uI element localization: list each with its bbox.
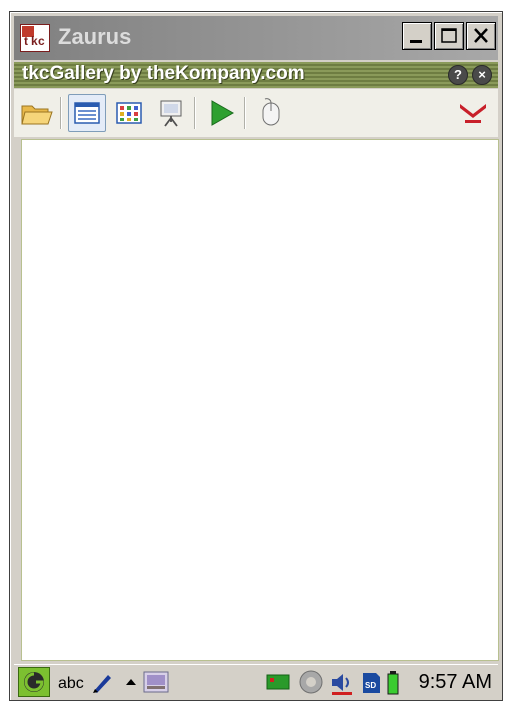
network-icon[interactable] xyxy=(264,669,294,695)
battery-icon[interactable] xyxy=(386,670,400,696)
slideshow-button[interactable] xyxy=(152,94,190,132)
maximize-icon xyxy=(441,28,457,43)
toolbar-separator xyxy=(244,97,246,129)
input-method-label[interactable]: abc xyxy=(58,675,84,693)
toolbar xyxy=(14,89,498,137)
volume-icon[interactable] xyxy=(328,669,356,697)
arrow-up-icon[interactable] xyxy=(124,675,138,689)
slideshow-icon xyxy=(160,100,182,127)
app-close-button[interactable]: × xyxy=(472,65,492,85)
taskbar: abc SD 9:57 AM xyxy=(14,664,498,699)
app-title: tkcGallery by theKompany.com xyxy=(22,63,305,84)
close-icon xyxy=(474,28,488,43)
window-titlebar[interactable]: t k c Zaurus xyxy=(14,16,498,60)
thekompany-logo-button[interactable] xyxy=(454,94,492,132)
thumbnail-view-button[interactable] xyxy=(110,94,148,132)
gallery-content-area[interactable] xyxy=(21,139,499,661)
svg-text:c: c xyxy=(38,34,45,48)
svg-text:SD: SD xyxy=(365,681,376,690)
mouse-button[interactable] xyxy=(252,94,290,132)
clock[interactable]: 9:57 AM xyxy=(419,671,492,694)
main-window: t k c Zaurus tkcGallery by theKompany.co… xyxy=(9,11,503,701)
window-title: Zaurus xyxy=(58,24,132,49)
open-folder-icon xyxy=(21,105,53,125)
thekompany-logo-icon xyxy=(460,104,486,123)
sd-card-icon[interactable]: SD xyxy=(360,671,382,695)
app-titlebar: tkcGallery by theKompany.com ? × xyxy=(14,62,498,88)
detail-view-button[interactable] xyxy=(68,94,106,132)
detail-view-icon xyxy=(74,102,100,124)
tkc-logo-icon[interactable]: t k c xyxy=(20,24,50,52)
toolbar-separator xyxy=(194,97,196,129)
thumbnail-view-icon xyxy=(116,102,142,124)
start-menu-icon xyxy=(24,672,44,692)
pen-icon[interactable] xyxy=(90,671,114,695)
image-icon[interactable] xyxy=(142,669,170,695)
play-icon xyxy=(211,100,235,126)
open-folder-button[interactable] xyxy=(18,94,56,132)
help-button[interactable]: ? xyxy=(448,65,468,85)
close-window-button[interactable] xyxy=(466,22,496,50)
toolbar-separator xyxy=(60,97,62,129)
minimize-button[interactable] xyxy=(402,22,432,50)
maximize-button[interactable] xyxy=(434,22,464,50)
mouse-icon xyxy=(262,98,280,126)
svg-text:k: k xyxy=(31,34,38,48)
minimize-icon xyxy=(410,40,422,43)
play-button[interactable] xyxy=(202,94,240,132)
start-menu-button[interactable] xyxy=(18,667,50,697)
svg-text:t: t xyxy=(24,34,28,48)
settings-gear-icon[interactable] xyxy=(296,667,326,697)
